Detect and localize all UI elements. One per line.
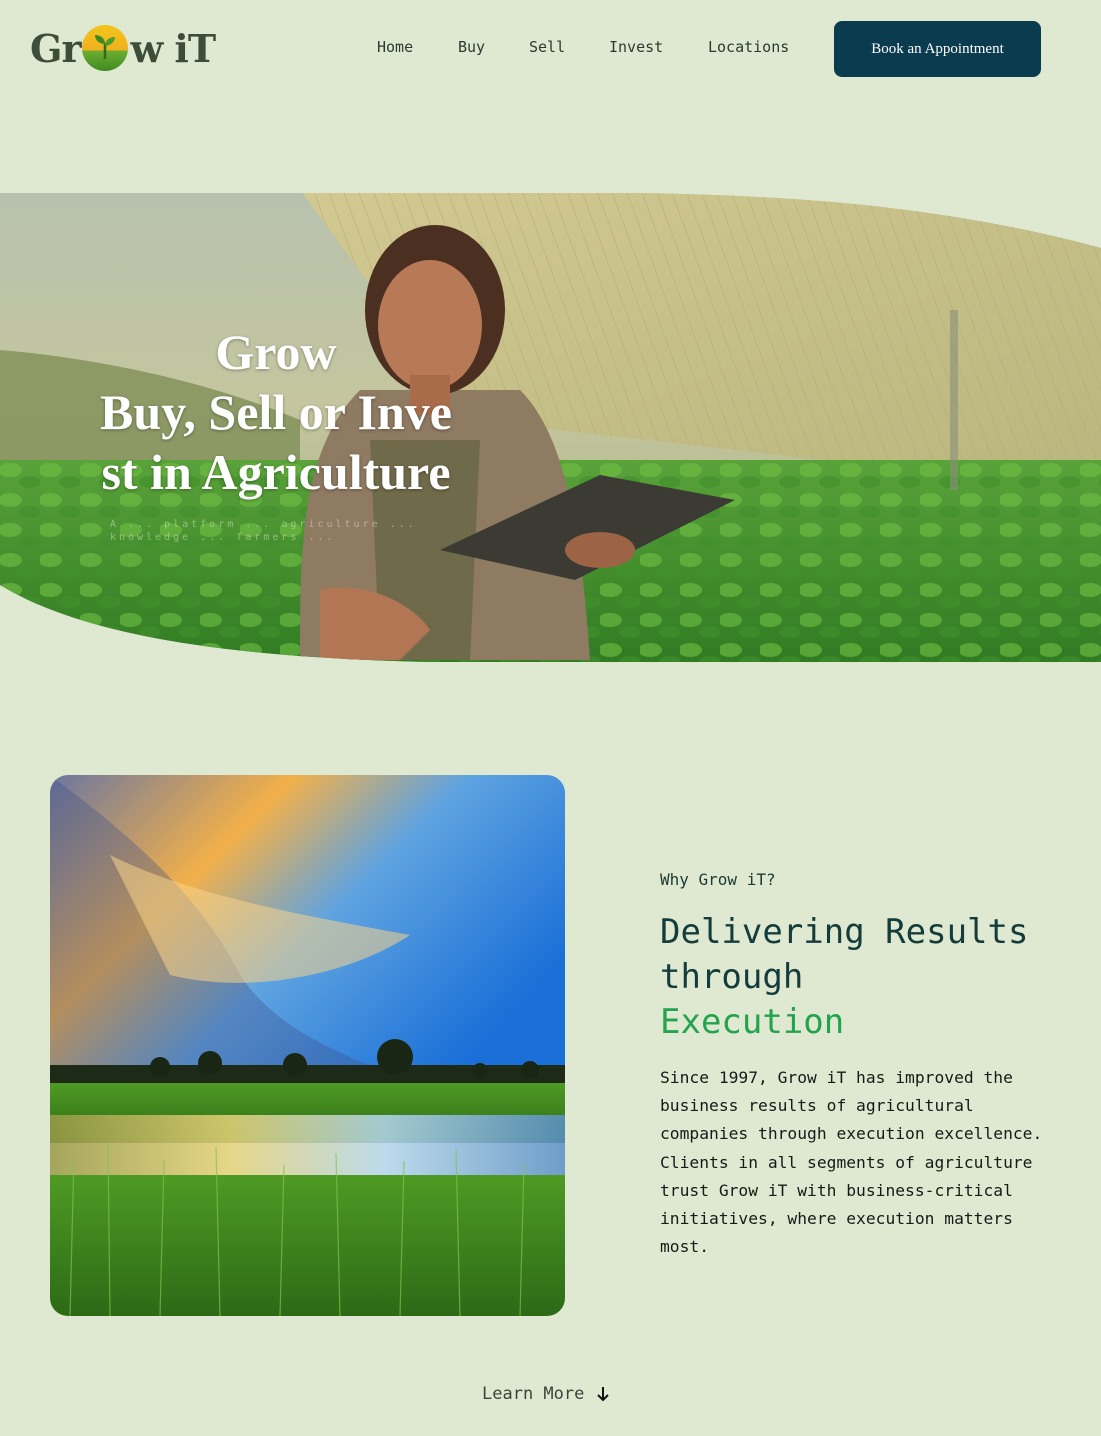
sunset-field-image bbox=[50, 775, 565, 1316]
hero-subtitle: A ... platform ... agriculture ... knowl… bbox=[110, 519, 417, 543]
section-heading: Delivering Results through Execution bbox=[660, 910, 1060, 1045]
logo-text-left: Gr bbox=[30, 25, 81, 71]
book-appointment-button[interactable]: Book an Appointment bbox=[834, 21, 1041, 77]
site-header: Gr w iT Home Buy Sell Invest Locations B… bbox=[0, 0, 1101, 100]
section-eyebrow: Why Grow iT? bbox=[660, 870, 776, 889]
arrow-down-icon bbox=[597, 1387, 610, 1402]
section-heading-main: Delivering Results through bbox=[660, 912, 1029, 997]
section-heading-accent: Execution bbox=[660, 1002, 845, 1042]
sprout-sun-icon bbox=[82, 25, 129, 71]
nav-invest[interactable]: Invest bbox=[609, 38, 663, 56]
hero-title: Grow Buy, Sell or Invest in Agriculture bbox=[100, 322, 452, 502]
nav-locations[interactable]: Locations bbox=[708, 38, 789, 56]
hero-banner: Grow Buy, Sell or Invest in Agriculture … bbox=[0, 190, 1101, 662]
learn-more-link[interactable]: Learn More bbox=[482, 1384, 610, 1404]
hero-title-line2: Buy, Sell or Invest in Agriculture bbox=[100, 384, 452, 500]
logo[interactable]: Gr w iT bbox=[30, 24, 216, 72]
nav-home[interactable]: Home bbox=[377, 38, 413, 56]
logo-text-right: w iT bbox=[130, 25, 216, 71]
nav-buy[interactable]: Buy bbox=[458, 38, 485, 56]
hero-title-line1: Grow bbox=[215, 324, 337, 380]
nav-sell[interactable]: Sell bbox=[529, 38, 565, 56]
learn-more-label: Learn More bbox=[482, 1384, 585, 1404]
section-body: Since 1997, Grow iT has improved the bus… bbox=[660, 1068, 1043, 1257]
